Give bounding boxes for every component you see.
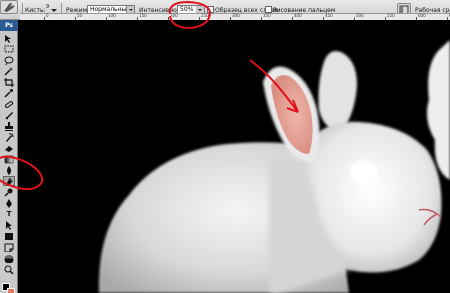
notes-tool-icon[interactable] <box>3 242 15 252</box>
ruler-label: 100 <box>108 13 116 18</box>
smudge-tool-icon[interactable] <box>3 176 15 186</box>
ruler-label: 450 <box>325 13 333 18</box>
horizontal-ruler: 050100150200250300350400450500550600650 <box>20 13 450 20</box>
shape-tool-icon[interactable] <box>3 231 15 241</box>
ruler-label: 600 <box>418 13 426 18</box>
ruler-label: 500 <box>356 13 364 18</box>
ruler-label: 200 <box>170 13 178 18</box>
sample-all-layers-checkbox[interactable] <box>207 6 214 13</box>
hand-tool-icon[interactable] <box>3 253 15 263</box>
strength-value: 50% <box>180 6 194 13</box>
tool-preset-picker[interactable] <box>0 0 18 14</box>
healing-brush-tool-icon[interactable] <box>3 99 15 109</box>
move-tool-icon[interactable] <box>3 33 15 43</box>
blur-tool-icon[interactable] <box>3 165 15 175</box>
path-selection-tool-icon[interactable] <box>3 220 15 230</box>
rabbit-image <box>98 40 450 293</box>
eraser-tool-icon[interactable] <box>3 143 15 153</box>
toolbox: Ps T <box>0 20 18 293</box>
ruler-label: 250 <box>201 13 209 18</box>
document-canvas[interactable] <box>19 20 450 293</box>
ps-logo: Ps <box>0 20 18 31</box>
clone-stamp-tool-icon[interactable] <box>3 121 15 131</box>
dodge-tool-icon[interactable] <box>3 187 15 197</box>
finger-painting-checkbox[interactable] <box>265 6 272 13</box>
type-tool-icon[interactable]: T <box>3 209 15 219</box>
magic-wand-tool-icon[interactable] <box>3 66 15 76</box>
smudge-icon <box>4 3 15 12</box>
ruler-label: 0 <box>46 13 49 18</box>
gradient-tool-icon[interactable] <box>3 154 15 164</box>
crop-tool-icon[interactable] <box>3 77 15 87</box>
background-color-swatch[interactable] <box>7 288 15 293</box>
ruler-label: 50 <box>77 13 83 18</box>
marquee-tool-icon[interactable] <box>3 44 15 54</box>
ruler-label: 350 <box>263 13 271 18</box>
ruler-label: 400 <box>294 13 302 18</box>
ruler-label: 550 <box>387 13 395 18</box>
zoom-tool-icon[interactable] <box>3 264 15 274</box>
mode-value: Нормальный <box>90 6 131 13</box>
ruler-label: 300 <box>232 13 240 18</box>
history-brush-tool-icon[interactable] <box>3 132 15 142</box>
pen-tool-icon[interactable] <box>3 198 15 208</box>
brush-tool-icon[interactable] <box>3 110 15 120</box>
eyedropper-tool-icon[interactable] <box>3 88 15 98</box>
ruler-label: 150 <box>139 13 147 18</box>
lasso-tool-icon[interactable] <box>3 55 15 65</box>
